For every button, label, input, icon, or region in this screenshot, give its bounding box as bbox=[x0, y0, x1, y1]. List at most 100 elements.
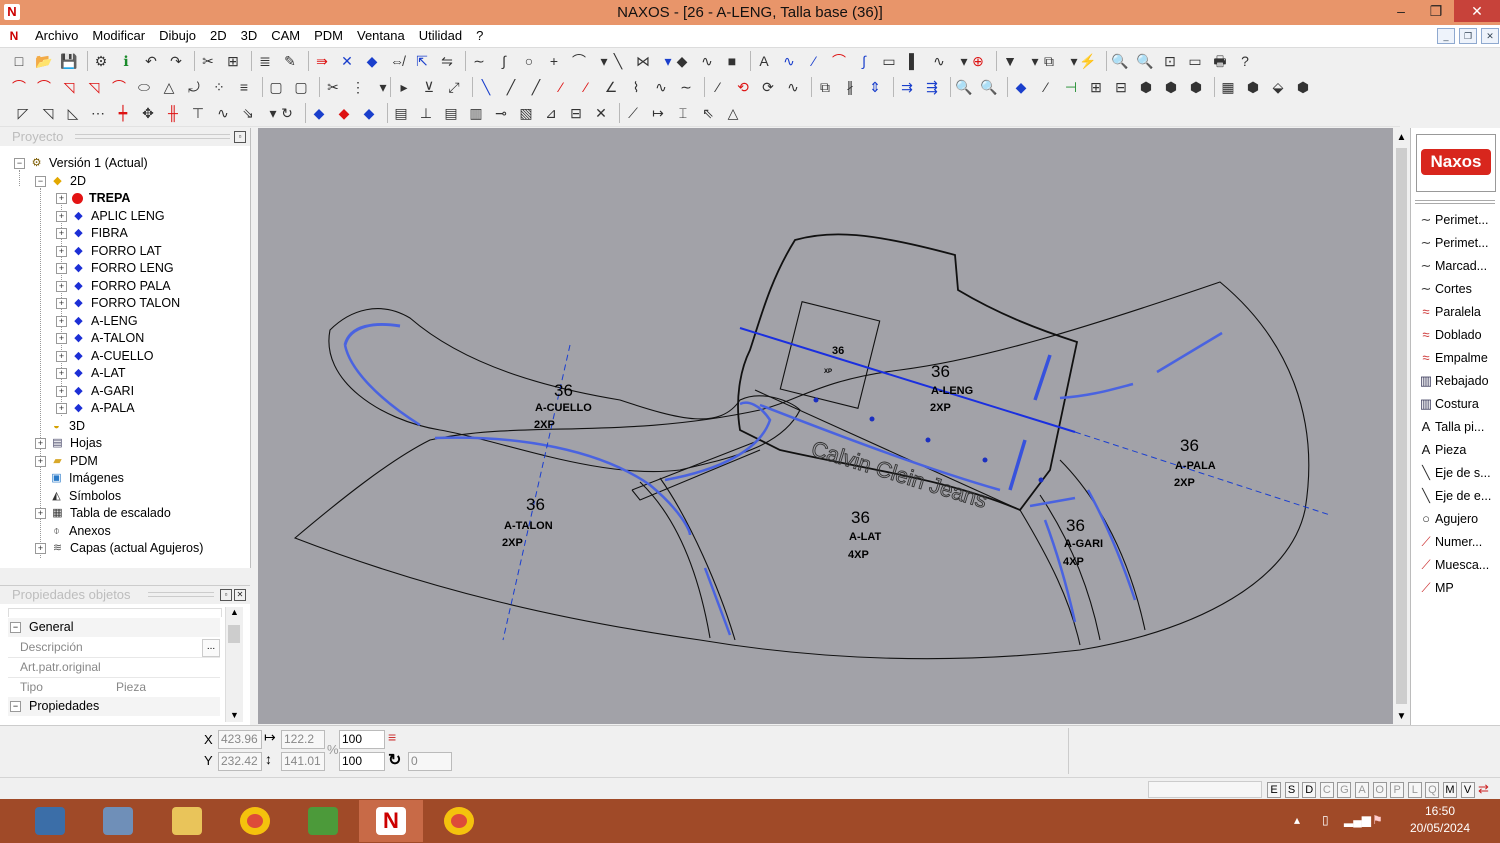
browse-button[interactable]: ... bbox=[202, 639, 220, 657]
toolrow2-tool-icon-3[interactable]: ◹ bbox=[85, 78, 103, 96]
tree-item-a-lat[interactable]: + ◆ A-LAT bbox=[56, 365, 126, 382]
toolrow2-tool-icon-25[interactable]: ⁄ bbox=[552, 78, 570, 96]
properties-scrollbar[interactable]: ▲ ▼ bbox=[225, 607, 243, 722]
tool-numer[interactable]: ⟋ Numer... bbox=[1417, 531, 1482, 553]
tool-pieza[interactable]: A Pieza bbox=[1417, 439, 1467, 461]
toolrow3-tool-icon-13[interactable]: ◆ bbox=[310, 104, 328, 122]
canvas-scroll-thumb[interactable] bbox=[1396, 148, 1407, 704]
toolrow3-tool-icon-18[interactable]: ⊥ bbox=[417, 104, 435, 122]
status-key-p[interactable]: P bbox=[1390, 782, 1405, 798]
taskbar-calculator[interactable] bbox=[18, 800, 82, 842]
toolrow1-tool-icon-35[interactable]: A bbox=[755, 52, 773, 70]
tree-expander[interactable]: + bbox=[56, 315, 67, 327]
menu-dibujo[interactable]: Dibujo bbox=[152, 25, 203, 47]
toolrow1-tool-icon-44[interactable]: ⊕ bbox=[969, 52, 987, 70]
tool-agujero[interactable]: ○ Agujero bbox=[1417, 508, 1478, 530]
toolrow2-tool-icon-23[interactable]: ╱ bbox=[502, 78, 520, 96]
toolrow1-tool-icon-36[interactable]: ∿ bbox=[780, 52, 798, 70]
y-coordinate-field[interactable]: 232.42 bbox=[218, 752, 262, 771]
tree-item-3d[interactable]: ◒ 3D bbox=[50, 418, 85, 435]
tree-expander[interactable]: + bbox=[56, 228, 67, 240]
toolrow1-tool-icon-4[interactable]: ⚙ bbox=[92, 52, 110, 70]
toolrow3-tool-icon-21[interactable]: ⊸ bbox=[492, 104, 510, 122]
tool-marcad[interactable]: ∼ Marcad... bbox=[1417, 255, 1488, 277]
toolrow3-tool-icon-5[interactable]: ✥ bbox=[139, 104, 157, 122]
prop-row-art-patr-original[interactable]: Art.patr.original bbox=[8, 658, 220, 678]
toolrow3-tool-icon-22[interactable]: ▧ bbox=[517, 104, 535, 122]
toolrow1-tool-icon-50[interactable]: ⚡ bbox=[1079, 52, 1097, 70]
drawing-canvas[interactable]: Calvin Clein Jeans 36 A-CUELLO 2XP 36 A-… bbox=[258, 128, 1393, 724]
toolrow3-tool-icon-25[interactable]: ✕ bbox=[592, 104, 610, 122]
toolrow1-tool-icon-46[interactable]: ▼ bbox=[1001, 52, 1019, 70]
toolrow2-tool-icon-53[interactable]: ⬢ bbox=[1162, 78, 1180, 96]
mdi-minimize-button[interactable]: _ bbox=[1437, 28, 1455, 44]
tree-expander[interactable]: + bbox=[56, 298, 67, 310]
toolrow3-tool-icon-15[interactable]: ◆ bbox=[360, 104, 378, 122]
toolrow2-tool-icon-39[interactable]: ⇕ bbox=[866, 78, 884, 96]
status-key-q[interactable]: Q bbox=[1425, 782, 1440, 798]
tree-expander[interactable]: + bbox=[56, 263, 67, 275]
toolrow1-tool-icon-24[interactable]: ○ bbox=[520, 52, 538, 70]
toolrow1-tool-icon-0[interactable]: □ bbox=[10, 52, 28, 70]
tree-item-a-leng[interactable]: + ◆ A-LENG bbox=[56, 313, 138, 330]
tree-item-a-cuello[interactable]: + ◆ A-CUELLO bbox=[56, 348, 154, 365]
toolrow1-tool-icon-41[interactable]: ▌ bbox=[905, 52, 923, 70]
properties-close-button[interactable]: ✕ bbox=[234, 589, 246, 601]
tool-eje-de-e[interactable]: ╲ Eje de e... bbox=[1417, 485, 1491, 507]
toolrow1-tool-icon-19[interactable]: ⇱ bbox=[413, 52, 431, 70]
toolrow1-tool-icon-15[interactable]: ⇛ bbox=[313, 52, 331, 70]
toolrow2-tool-icon-27[interactable]: ∠ bbox=[602, 78, 620, 96]
toolrow3-tool-icon-11[interactable]: ↻ bbox=[278, 104, 296, 122]
toolrow2-tool-icon-51[interactable]: ⊟ bbox=[1112, 78, 1130, 96]
toolrow2-tool-icon-59[interactable]: ⬢ bbox=[1294, 78, 1312, 96]
toolrow1-tool-icon-28[interactable]: ╲ bbox=[609, 52, 627, 70]
scale-x-field[interactable]: 100 bbox=[339, 730, 385, 749]
taskbar-chrome-1[interactable] bbox=[223, 800, 287, 842]
toolrow2-tool-icon-45[interactable]: 🔍 bbox=[980, 78, 998, 96]
prop-group-properties[interactable]: − Propiedades bbox=[8, 697, 220, 716]
toolrow2-tool-icon-26[interactable]: ⁄ bbox=[577, 78, 595, 96]
tool-doblado[interactable]: ≈ Doblado bbox=[1417, 324, 1481, 346]
toolrow2-tool-icon-38[interactable]: ∦ bbox=[841, 78, 859, 96]
toolrow2-tool-icon-58[interactable]: ⬙ bbox=[1269, 78, 1287, 96]
tree-expander[interactable]: + bbox=[56, 385, 67, 397]
prop-group-general[interactable]: − General bbox=[8, 618, 220, 637]
scroll-thumb[interactable] bbox=[228, 625, 240, 643]
toolrow3-tool-icon-4[interactable]: ┿ bbox=[114, 104, 132, 122]
toolrow3-tool-icon-1[interactable]: ◹ bbox=[39, 104, 57, 122]
toolrow2-tool-icon-19[interactable]: ⊻ bbox=[420, 78, 438, 96]
close-button[interactable]: ✕ bbox=[1454, 0, 1500, 22]
status-key-o[interactable]: O bbox=[1372, 782, 1387, 798]
toolrow2-tool-icon-8[interactable]: ⁘ bbox=[210, 78, 228, 96]
prop-row-tipo[interactable]: Tipo Pieza bbox=[8, 678, 220, 698]
toolrow2-tool-icon-5[interactable]: ⬭ bbox=[135, 78, 153, 96]
toolrow2-tool-icon-6[interactable]: △ bbox=[160, 78, 178, 96]
toolrow3-tool-icon-6[interactable]: ╫ bbox=[164, 104, 182, 122]
tray-arrow-icon[interactable]: ▴ bbox=[1294, 813, 1300, 827]
toolrow3-tool-icon-14[interactable]: ◆ bbox=[335, 104, 353, 122]
toolrow1-tool-icon-7[interactable]: ↷ bbox=[167, 52, 185, 70]
toolrow2-tool-icon-41[interactable]: ⇉ bbox=[898, 78, 916, 96]
restore-button[interactable]: ❐ bbox=[1418, 0, 1454, 22]
tree-expander[interactable]: + bbox=[56, 403, 67, 415]
toolrow2-tool-icon-54[interactable]: ⬢ bbox=[1187, 78, 1205, 96]
toolrow2-tool-icon-37[interactable]: ⧉ bbox=[816, 78, 834, 96]
toolrow1-tool-icon-33[interactable]: ■ bbox=[723, 52, 741, 70]
toolrow1-tool-icon-42[interactable]: ∿ bbox=[930, 52, 948, 70]
toolrow1-tool-icon-6[interactable]: ↶ bbox=[142, 52, 160, 70]
toolrow1-tool-icon-57[interactable]: ? bbox=[1236, 52, 1254, 70]
toolrow3-tool-icon-19[interactable]: ▤ bbox=[442, 104, 460, 122]
toolrow2-tool-icon-33[interactable]: ⟲ bbox=[734, 78, 752, 96]
toolrow2-tool-icon-22[interactable]: ╲ bbox=[477, 78, 495, 96]
toolrow1-tool-icon-55[interactable]: ▭ bbox=[1186, 52, 1204, 70]
tree-item-tabla-de-escalado[interactable]: + ▦ Tabla de escalado bbox=[35, 505, 171, 522]
tool-costura[interactable]: ▥ Costura bbox=[1417, 393, 1479, 415]
tree-item-forro-lat[interactable]: + ◆ FORRO LAT bbox=[56, 243, 162, 260]
toolrow2-tool-icon-14[interactable]: ✂ bbox=[324, 78, 342, 96]
toolrow1-tool-icon-25[interactable]: + bbox=[545, 52, 563, 70]
scroll-up-icon[interactable]: ▲ bbox=[226, 607, 243, 617]
toolrow2-tool-icon-56[interactable]: ▦ bbox=[1219, 78, 1237, 96]
toolrow1-tool-icon-2[interactable]: 💾 bbox=[60, 52, 78, 70]
status-key-m[interactable]: M bbox=[1443, 782, 1457, 798]
tree-item-trepa[interactable]: + TREPA bbox=[56, 190, 130, 207]
